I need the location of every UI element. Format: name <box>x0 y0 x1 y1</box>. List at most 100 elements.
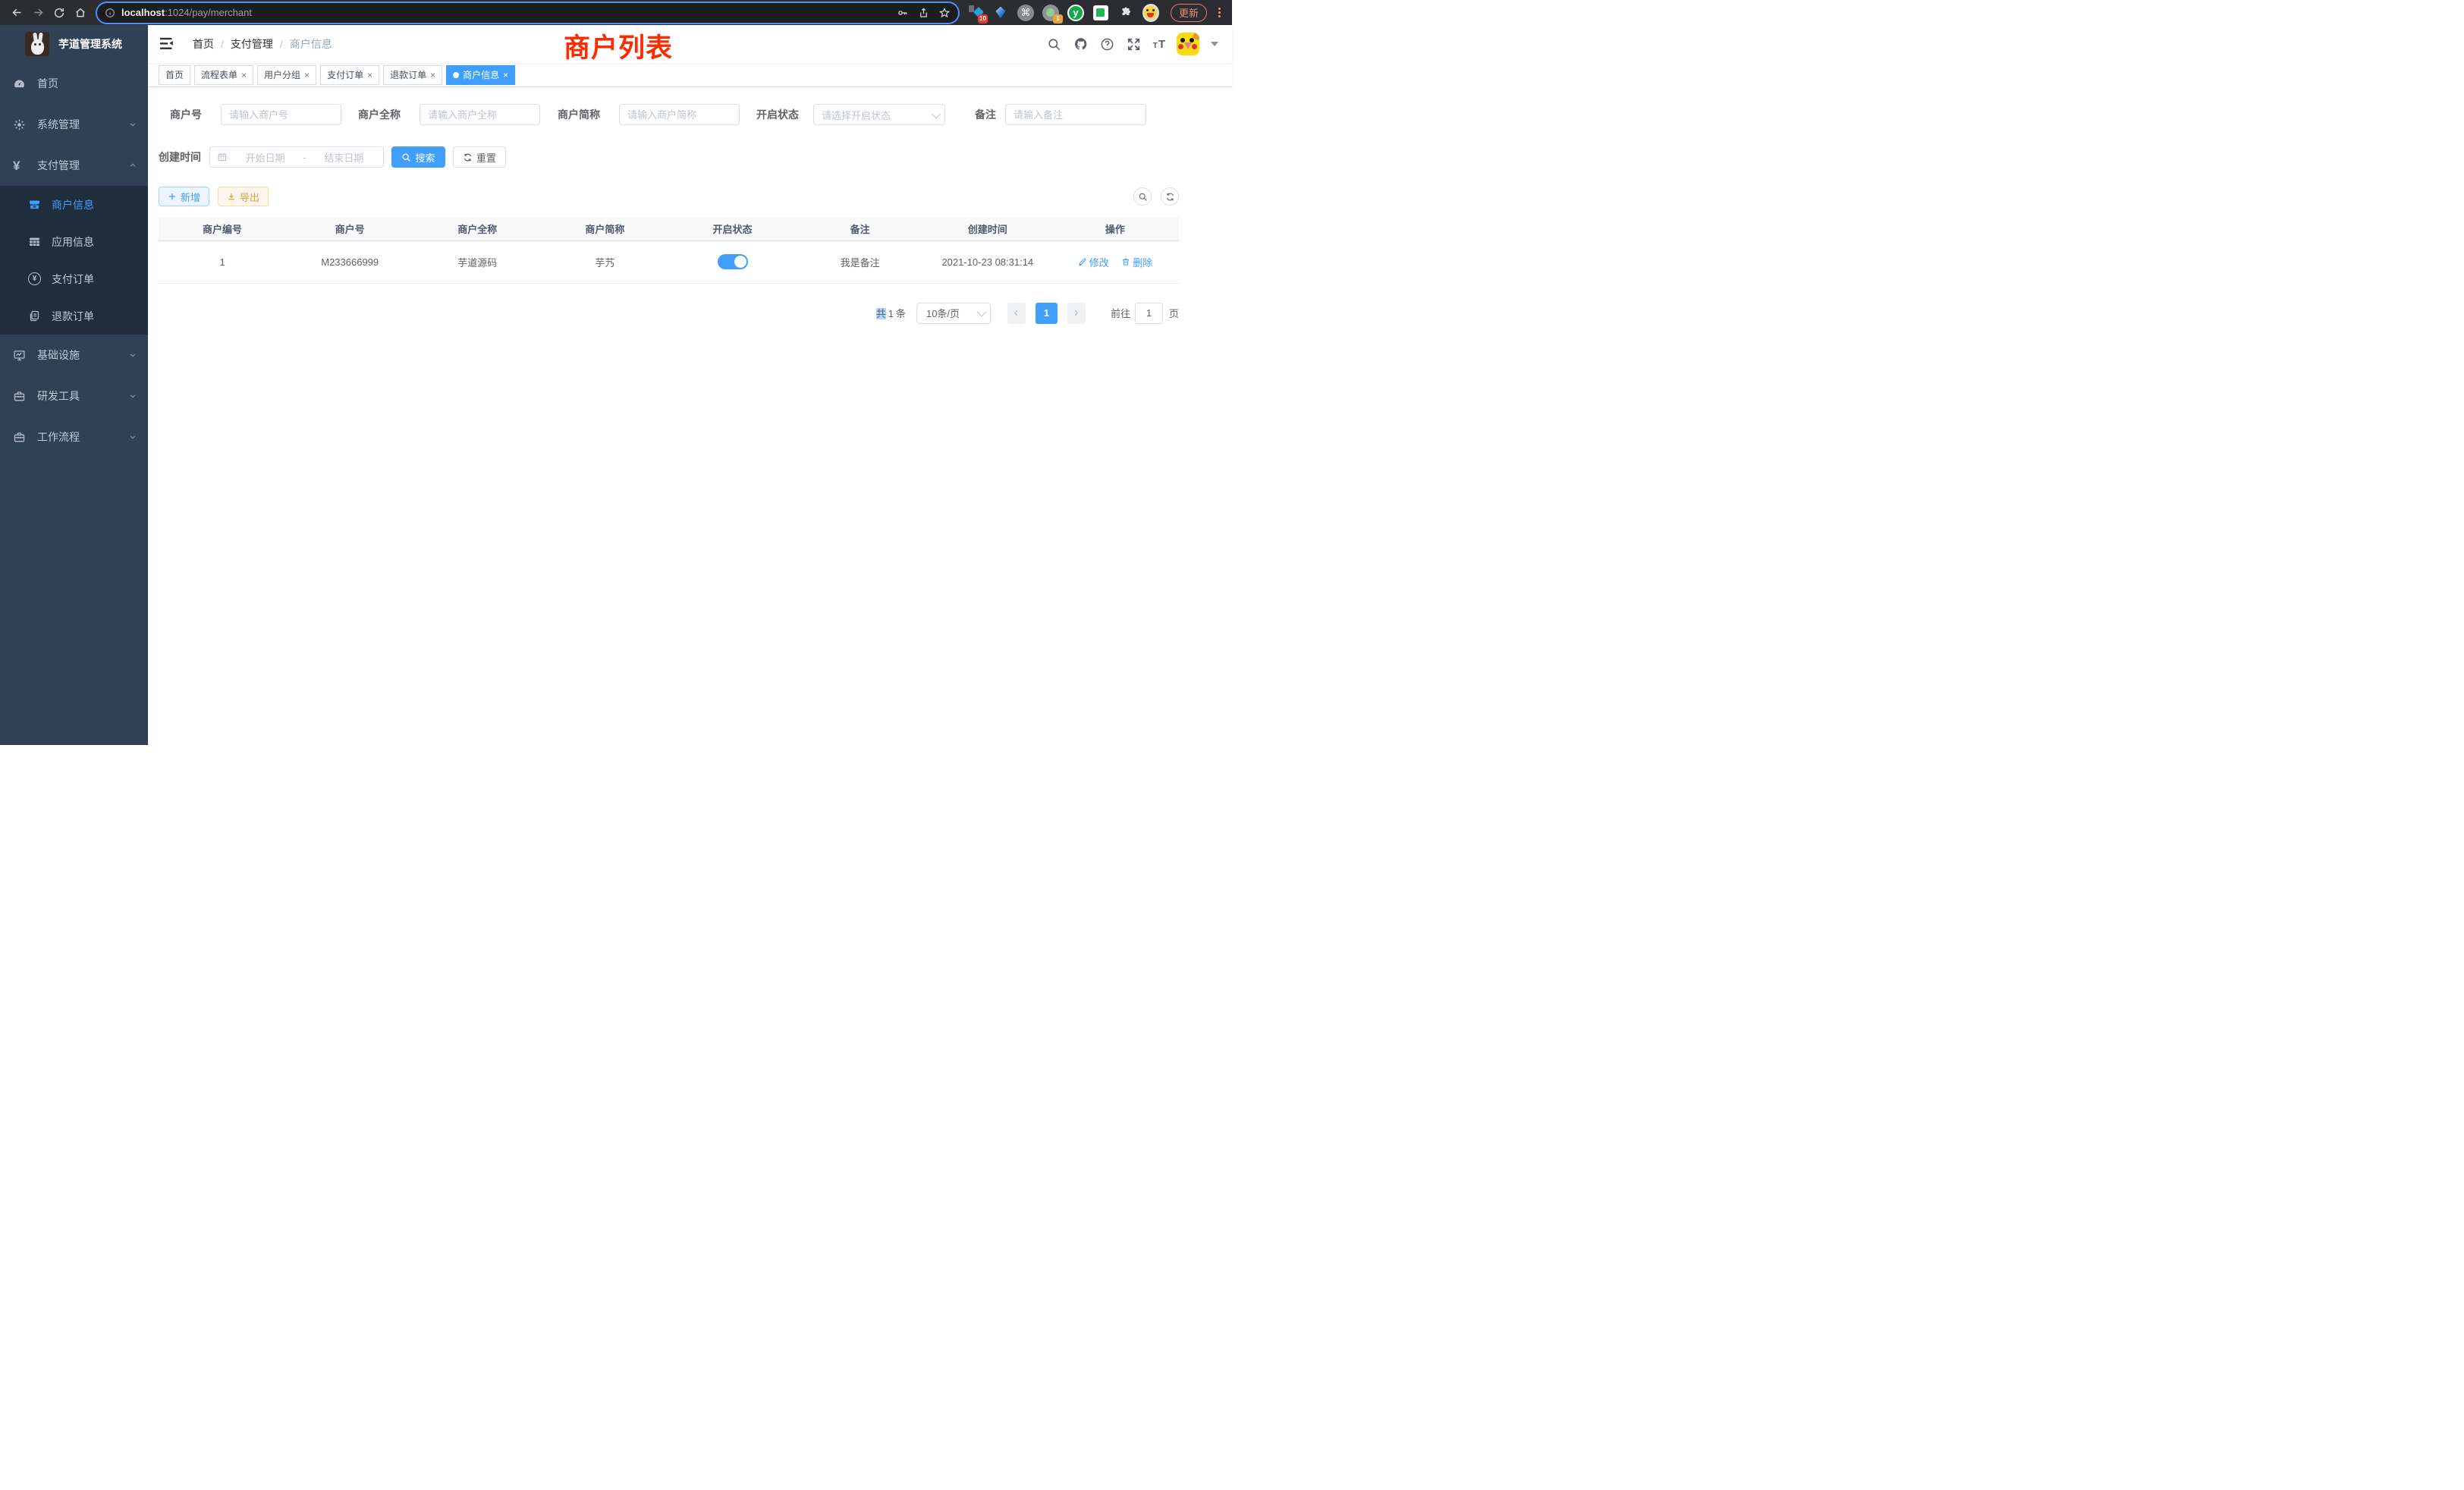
browser-home-button[interactable] <box>71 4 90 22</box>
sidebar-item-home[interactable]: 首页 <box>0 63 148 104</box>
active-dot-icon <box>453 72 459 78</box>
sidebar-logo[interactable]: 芋道管理系统 <box>0 25 148 63</box>
add-button-label: 新增 <box>181 190 200 204</box>
chevron-down-icon <box>128 350 137 360</box>
page-1-button[interactable]: 1 <box>1036 303 1058 324</box>
avatar-dropdown-caret[interactable] <box>1211 42 1218 46</box>
prev-page-button[interactable] <box>1007 303 1026 324</box>
font-size-icon[interactable]: TT <box>1153 39 1165 50</box>
grid-table-icon <box>28 235 41 248</box>
add-button[interactable]: 新增 <box>159 187 209 206</box>
calendar-icon <box>217 152 228 162</box>
status-toggle[interactable] <box>718 254 748 269</box>
tab-user-group[interactable]: 用户分组× <box>257 65 316 85</box>
tab-home[interactable]: 首页 <box>159 65 190 85</box>
status-select[interactable]: 请选择开启状态 <box>813 104 945 125</box>
browser-forward-button[interactable] <box>29 4 47 22</box>
sidebar-item-pay-order[interactable]: ¥ 支付订单 <box>0 260 148 297</box>
extension-kite[interactable] <box>992 5 1009 21</box>
logo-rabbit-avatar <box>25 32 49 56</box>
chevron-down-icon <box>932 108 941 118</box>
sidebar-item-infrastructure[interactable]: 基础设施 <box>0 335 148 376</box>
full-name-input[interactable] <box>420 104 540 125</box>
close-icon[interactable]: × <box>430 71 435 80</box>
chevron-down-icon <box>128 391 137 401</box>
sidebar-item-refund-order[interactable]: 退款订单 <box>0 297 148 335</box>
start-date-placeholder: 开始日期 <box>233 150 297 165</box>
sidebar-item-system[interactable]: 系统管理 <box>0 104 148 145</box>
search-icon[interactable] <box>1047 36 1062 52</box>
extension-recorder[interactable]: 1 <box>1042 5 1059 21</box>
browser-back-button[interactable] <box>8 4 26 22</box>
breadcrumb: 首页 / 支付管理 / 商户信息 <box>193 36 332 52</box>
extension-tabs-manager[interactable]: 10 <box>967 5 984 21</box>
refresh-table-button[interactable] <box>1161 187 1179 206</box>
col-header-create-time: 创建时间 <box>924 217 1051 240</box>
tab-label: 支付订单 <box>327 68 363 81</box>
fullscreen-icon[interactable] <box>1127 36 1142 52</box>
tab-refund-order[interactable]: 退款订单× <box>383 65 442 85</box>
end-date-placeholder: 结束日期 <box>312 150 376 165</box>
chevron-right-icon <box>1072 309 1080 317</box>
sidebar-item-app-info[interactable]: 应用信息 <box>0 223 148 260</box>
browser-menu-button[interactable] <box>1215 6 1223 19</box>
sidebar-item-label: 工作流程 <box>37 429 117 445</box>
browser-profile-avatar[interactable] <box>1142 5 1159 21</box>
remark-input[interactable] <box>1005 104 1146 125</box>
sidebar-item-label: 研发工具 <box>37 388 117 404</box>
goto-page-input[interactable] <box>1135 303 1163 324</box>
breadcrumb-home[interactable]: 首页 <box>193 36 214 52</box>
user-avatar[interactable] <box>1177 33 1199 55</box>
extension-y[interactable]: y <box>1067 5 1084 21</box>
site-info-icon[interactable] <box>105 8 115 18</box>
close-icon[interactable]: × <box>367 71 372 80</box>
sidebar-collapse-button[interactable] <box>159 36 176 52</box>
close-icon[interactable]: × <box>304 71 310 80</box>
reset-button[interactable]: 重置 <box>453 146 506 168</box>
search-button[interactable]: 搜索 <box>391 146 445 168</box>
export-button[interactable]: 导出 <box>218 187 269 206</box>
bookmark-star-icon[interactable] <box>938 7 951 19</box>
merchant-no-input[interactable] <box>221 104 341 125</box>
sidebar-item-merchant-info[interactable]: 商户信息 <box>0 186 148 223</box>
extension-command[interactable]: ⌘ <box>1017 5 1034 21</box>
dashboard-gauge-icon <box>13 77 26 90</box>
sidebar-item-workflow[interactable]: 工作流程 <box>0 417 148 457</box>
extension-badge-10: 10 <box>978 14 988 24</box>
github-icon[interactable] <box>1073 36 1089 52</box>
short-name-input[interactable] <box>619 104 740 125</box>
tab-merchant-info[interactable]: 商户信息× <box>446 65 515 85</box>
close-icon[interactable]: × <box>503 71 508 80</box>
address-bar[interactable]: localhost:1024/pay/merchant <box>97 3 958 23</box>
extension-chat[interactable] <box>1092 5 1109 21</box>
hide-search-button[interactable] <box>1133 187 1152 206</box>
col-header-full-name: 商户全称 <box>413 217 541 240</box>
create-time-range-picker[interactable]: 开始日期 - 结束日期 <box>209 146 384 168</box>
create-time-label: 创建时间 <box>159 149 201 165</box>
breadcrumb-payment[interactable]: 支付管理 <box>231 36 273 52</box>
total-suffix: 条 <box>896 308 906 319</box>
browser-reload-button[interactable] <box>50 4 68 22</box>
password-key-icon[interactable] <box>897 7 909 19</box>
sidebar-item-dev-tools[interactable]: 研发工具 <box>0 376 148 417</box>
refresh-icon <box>1165 192 1175 202</box>
chevron-up-icon <box>128 161 137 170</box>
edit-link[interactable]: 修改 <box>1078 255 1109 269</box>
page-size-select[interactable]: 10条/页 <box>916 303 991 324</box>
delete-link[interactable]: 删除 <box>1121 255 1152 269</box>
profile-emoji-icon <box>1142 4 1159 22</box>
back-arrow-icon <box>11 6 24 19</box>
next-page-button[interactable] <box>1067 303 1086 324</box>
breadcrumb-separator: / <box>280 38 283 50</box>
goto-suffix: 页 <box>1169 306 1179 320</box>
extensions-menu-button[interactable] <box>1117 5 1134 21</box>
tab-pay-order[interactable]: 支付订单 × <box>320 65 379 85</box>
tab-process-form[interactable]: 流程表单× <box>194 65 253 85</box>
browser-update-button[interactable]: 更新 <box>1171 4 1207 22</box>
sidebar-item-payment[interactable]: ¥ 支付管理 <box>0 145 148 186</box>
help-icon[interactable] <box>1100 36 1115 52</box>
cell-remark: 我是备注 <box>797 240 924 283</box>
share-icon[interactable] <box>918 7 929 19</box>
refresh-icon <box>463 152 473 162</box>
close-icon[interactable]: × <box>241 71 247 80</box>
